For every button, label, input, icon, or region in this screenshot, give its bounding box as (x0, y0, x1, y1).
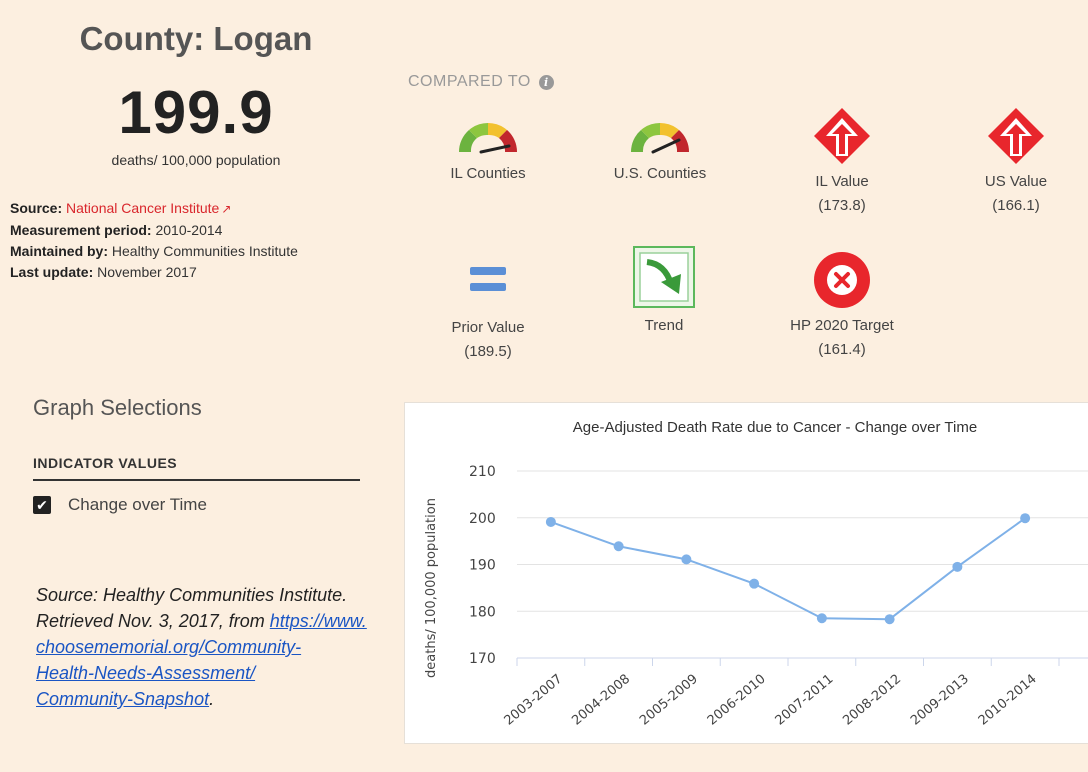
period-value: 2010-2014 (155, 222, 223, 238)
county-title: County: Logan (79, 20, 313, 57)
compare-label: IL Value (815, 173, 869, 190)
indicator-unit: deaths/ 100,000 population (111, 152, 281, 168)
y-tick-label: 170 (469, 651, 496, 667)
data-point[interactable] (749, 578, 760, 589)
line-chart: 170 180 190 200 210 2003-2007 2004-2008 2005-2… (424, 464, 1088, 729)
maintained-label: Maintained by: (10, 243, 109, 259)
compare-label: US Value (984, 173, 1048, 190)
update-row: Last update: November 2017 (10, 262, 355, 283)
update-value: November 2017 (97, 264, 197, 280)
red-x-circle-icon (814, 252, 870, 308)
compare-label: Trend (644, 317, 684, 334)
indicator-values-heading: INDICATOR VALUES (33, 455, 178, 471)
compare-il-value[interactable]: IL Value (173.8) (767, 106, 917, 218)
compared-to-heading: COMPARED TO i (408, 73, 554, 91)
data-point[interactable] (545, 516, 556, 527)
data-point[interactable] (613, 541, 624, 552)
source-note-trail: . (209, 689, 215, 709)
compare-label: U.S. Counties (613, 165, 707, 182)
compare-value: (173.8) (818, 197, 866, 214)
compare-trend[interactable]: Trend (589, 244, 739, 338)
x-tick-label: 2009-2013 (908, 672, 972, 729)
x-tick-label: 2003-2007 (502, 672, 566, 729)
compare-label: HP 2020 Target (790, 317, 894, 334)
compare-value: (166.1) (992, 197, 1040, 214)
source-row: Source: National Cancer Institute ↗ (10, 198, 355, 220)
compare-us-counties[interactable]: U.S. Counties (585, 112, 735, 186)
x-tick-label: 2006-2010 (705, 672, 769, 729)
indicator-metadata: Source: National Cancer Institute ↗ Measu… (10, 198, 355, 283)
gauge-icon (630, 122, 690, 154)
maintained-row: Maintained by: Healthy Communities Insti… (10, 241, 355, 262)
data-point[interactable] (816, 613, 827, 624)
maintained-value: Healthy Communities Institute (111, 243, 298, 259)
source-note: Source: Healthy Communities Institute. R… (36, 582, 396, 712)
x-tick-label: 2008-2012 (840, 672, 904, 729)
compare-il-counties[interactable]: IL Counties (413, 112, 563, 186)
gauge-icon (458, 122, 518, 154)
compared-to-label: COMPARED TO (408, 73, 531, 90)
equals-icon (470, 267, 506, 291)
compare-label: IL Counties (450, 165, 526, 182)
change-over-time-checkbox[interactable]: ✔ (33, 496, 51, 514)
source-link[interactable]: National Cancer Institute (66, 200, 219, 216)
graph-selections-heading: Graph Selections (33, 395, 202, 420)
compare-prior-value[interactable]: Prior Value (189.5) (413, 256, 563, 364)
red-up-arrow-icon (988, 108, 1044, 164)
red-up-arrow-icon (814, 108, 870, 164)
chart-container: Age-Adjusted Death Rate due to Cancer - … (404, 402, 1088, 744)
x-tick-label: 2005-2009 (637, 672, 701, 729)
change-over-time-label[interactable]: Change over Time (68, 495, 207, 515)
y-tick-label: 190 (469, 558, 496, 574)
compare-value: (161.4) (818, 341, 866, 358)
y-tick-label: 200 (469, 511, 496, 527)
period-row: Measurement period: 2010-2014 (10, 220, 355, 241)
data-point[interactable] (1020, 513, 1031, 524)
info-icon[interactable]: i (538, 75, 554, 90)
x-tick-label: 2007-2011 (773, 672, 837, 729)
y-tick-label: 180 (469, 604, 496, 620)
external-link-icon[interactable]: ↗ (221, 199, 231, 220)
indicator-value: 199.9 (118, 79, 274, 146)
compare-hp2020-target[interactable]: HP 2020 Target (161.4) (767, 250, 917, 362)
update-label: Last update: (10, 264, 94, 280)
y-axis-label: deaths/ 100,000 population (424, 498, 439, 678)
data-point[interactable] (884, 614, 895, 625)
data-point[interactable] (952, 561, 963, 572)
compare-value: (189.5) (464, 343, 512, 360)
data-point[interactable] (681, 554, 692, 565)
compare-label: Prior Value (451, 319, 525, 336)
y-tick-label: 210 (469, 464, 496, 480)
source-label: Source: (10, 200, 63, 216)
compare-us-value[interactable]: US Value (166.1) (941, 106, 1088, 218)
x-tick-label: 2004-2008 (569, 672, 633, 729)
divider (33, 479, 360, 481)
x-tick-label: 2010-2014 (976, 672, 1040, 729)
main-panel: County: Logan 199.9 deaths/ 100,000 popu… (0, 0, 1088, 772)
period-label: Measurement period: (10, 222, 152, 238)
trend-arrow-icon (633, 246, 695, 308)
